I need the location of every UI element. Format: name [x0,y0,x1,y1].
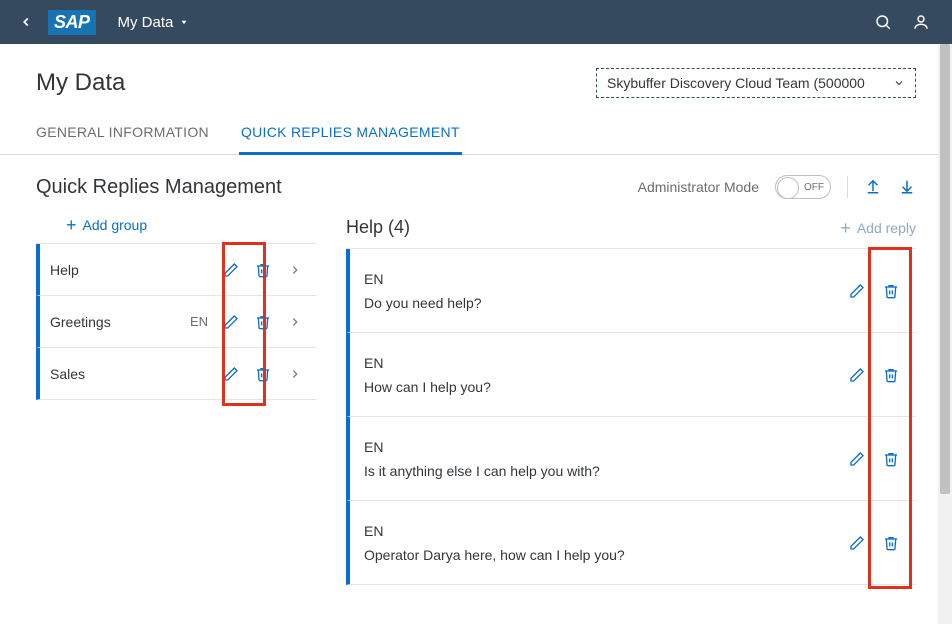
plus-icon: + [840,221,851,235]
group-name: Sales [50,366,202,382]
add-group-button[interactable]: + Add group [66,217,147,233]
trash-icon[interactable] [878,535,904,551]
group-row[interactable]: Sales [36,348,316,400]
add-reply-button[interactable]: + Add reply [840,220,916,236]
reply-lang: EN [364,523,844,539]
search-icon[interactable] [874,13,892,31]
edit-icon[interactable] [844,367,870,383]
group-name: Greetings [50,314,184,330]
tab-quick-replies-management[interactable]: QUICK REPLIES MANAGEMENT [241,124,460,154]
tab-bar: GENERAL INFORMATION QUICK REPLIES MANAGE… [0,102,952,155]
reply-body: Operator Darya here, how can I help you? [364,547,844,563]
edit-icon[interactable] [844,535,870,551]
edit-icon[interactable] [218,314,244,330]
edit-icon[interactable] [844,283,870,299]
upload-icon[interactable] [864,177,882,198]
reply-row: EN Operator Darya here, how can I help y… [346,501,916,585]
edit-icon[interactable] [218,366,244,382]
reply-lang: EN [364,439,844,455]
page-title: My Data [36,69,125,97]
back-button[interactable] [12,15,40,29]
reply-row: EN Do you need help? [346,249,916,333]
group-name: Help [50,262,202,278]
tab-general-information[interactable]: GENERAL INFORMATION [36,124,209,154]
caret-down-icon [179,17,189,27]
chevron-right-icon[interactable] [282,315,308,329]
reply-row: EN Is it anything else I can help you wi… [346,417,916,501]
section-title: Quick Replies Management [36,176,282,199]
sap-logo: SAP [48,10,96,35]
team-select-value: Skybuffer Discovery Cloud Team (500000 [607,75,865,91]
download-icon[interactable] [898,177,916,198]
trash-icon[interactable] [878,451,904,467]
chevron-right-icon[interactable] [282,263,308,277]
reply-list: EN Do you need help? EN How can I help y… [346,248,916,585]
chevron-down-icon [893,77,905,89]
reply-body: How can I help you? [364,379,844,395]
replies-title: Help (4) [346,217,410,238]
toggle-value: OFF [804,182,824,193]
chevron-right-icon[interactable] [282,367,308,381]
group-row[interactable]: Greetings EN [36,296,316,348]
reply-row: EN How can I help you? [346,333,916,417]
reply-lang: EN [364,271,844,287]
app-title-dropdown[interactable]: My Data [118,14,190,31]
group-lang: EN [190,314,208,329]
reply-body: Is it anything else I can help you with? [364,463,844,479]
admin-mode-label: Administrator Mode [638,179,759,195]
replies-column: Help (4) + Add reply EN Do you need help… [346,211,916,585]
vertical-scrollbar[interactable] [938,44,952,624]
team-select[interactable]: Skybuffer Discovery Cloud Team (500000 [596,68,916,98]
shell-header: SAP My Data [0,0,952,44]
group-row[interactable]: Help [36,244,316,296]
trash-icon[interactable] [250,314,276,330]
app-title-label: My Data [118,14,174,31]
trash-icon[interactable] [250,366,276,382]
reply-lang: EN [364,355,844,371]
trash-icon[interactable] [878,367,904,383]
edit-icon[interactable] [218,262,244,278]
add-reply-label: Add reply [857,220,916,236]
user-icon[interactable] [912,13,930,31]
divider [847,176,848,198]
page-header: My Data Skybuffer Discovery Cloud Team (… [0,44,952,98]
group-list: Help Greetings EN Sales [36,243,316,400]
trash-icon[interactable] [250,262,276,278]
plus-icon: + [66,218,77,232]
add-group-label: Add group [83,217,148,233]
edit-icon[interactable] [844,451,870,467]
trash-icon[interactable] [878,283,904,299]
groups-column: + Add group Help Greetings EN [36,211,316,585]
reply-body: Do you need help? [364,295,844,311]
admin-mode-toggle[interactable]: OFF [775,175,831,199]
content-area: Quick Replies Management Administrator M… [0,155,952,605]
